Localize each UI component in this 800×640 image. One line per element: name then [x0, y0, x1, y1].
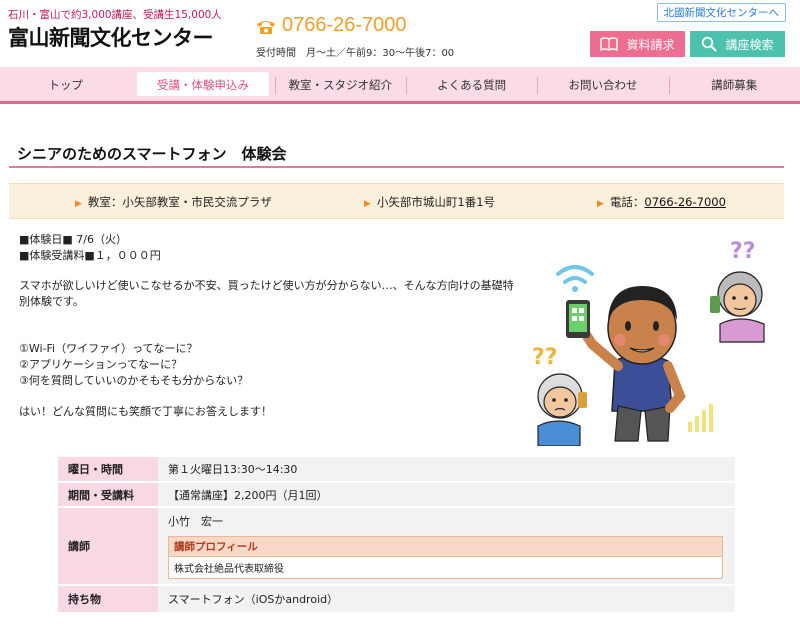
- phone-icon: [257, 21, 275, 34]
- triangle-icon: ▶: [364, 199, 371, 209]
- instructor-label: 講師: [58, 507, 158, 586]
- request-brochure-button[interactable]: 資料請求: [590, 31, 685, 57]
- question-3: ③何を質問していいのかそもそも分からない？: [19, 374, 249, 387]
- items-label: 持ち物: [58, 585, 158, 614]
- title-divider: [9, 166, 784, 168]
- description-line-1: スマホが欲しいけど使いこなせるか不安、買ったけど使い方が分からない…、そんな方向…: [19, 279, 514, 292]
- tel-link[interactable]: 0766-26-7000: [644, 195, 725, 209]
- course-search-label: 講座検索: [725, 37, 774, 52]
- nav-item-apply[interactable]: 受講・体験申込み: [137, 72, 269, 96]
- nav-item-faq[interactable]: よくある質問: [405, 67, 537, 101]
- table-row: 曜日・時間 第１火曜日13:30～14:30: [58, 457, 735, 483]
- nav-item-recruit[interactable]: 講師募集: [668, 67, 800, 101]
- schedule-label: 曜日・時間: [58, 457, 158, 483]
- tel-info: ▶ 電話：0766-26-7000: [597, 194, 726, 210]
- hokkoku-center-link[interactable]: 北國新聞文化センターへ: [656, 3, 786, 22]
- classroom-text: 教室：小矢部教室・市民交流プラザ: [87, 195, 272, 209]
- table-row: 講師 小竹 宏一 講師プロフィール 株式会社絶品代表取締役: [58, 507, 735, 586]
- schedule-value: 第１火曜日13:30～14:30: [158, 457, 735, 483]
- search-icon: [702, 36, 718, 52]
- nav-item-top[interactable]: トップ: [0, 67, 131, 101]
- page-title: シニアのためのスマートフォン 体験会: [17, 145, 287, 163]
- book-icon: [600, 37, 619, 51]
- request-brochure-label: 資料請求: [626, 37, 675, 52]
- site-logo[interactable]: 富山新聞文化センター: [8, 22, 214, 52]
- phone-number[interactable]: 0766-26-7000: [282, 14, 407, 37]
- profile-heading: 講師プロフィール: [169, 537, 722, 557]
- question-1: ①Wi-Fi（ワイファイ）ってなーに？: [19, 342, 198, 355]
- instructor-profile-box: 講師プロフィール 株式会社絶品代表取締役: [168, 536, 723, 579]
- trial-fee: ■体験受講料■１，０００円: [19, 249, 161, 262]
- triangle-icon: ▶: [597, 199, 604, 209]
- svg-text:??: ??: [532, 345, 558, 370]
- nav-item-classrooms[interactable]: 教室・スタジオ紹介: [274, 67, 406, 101]
- classroom-info: ▶ 教室：小矢部教室・市民交流プラザ: [75, 194, 272, 210]
- profile-text: 株式会社絶品代表取締役: [174, 564, 284, 575]
- main-nav: トップ 受講・体験申込み 教室・スタジオ紹介 よくある質問 お問い合わせ 講師募…: [0, 67, 800, 104]
- address-text: 小矢部市城山町1番1号: [376, 195, 496, 209]
- closing-message: はい！どんな質問にも笑顔で丁寧にお答えします！: [19, 405, 272, 418]
- svg-text:??: ??: [730, 239, 756, 264]
- course-info-bar: ▶ 教室：小矢部教室・市民交流プラザ ▶ 小矢部市城山町1番1号 ▶ 電話：0766-…: [9, 183, 784, 219]
- trial-date: ■体験日■ 7/6（火）: [19, 233, 127, 246]
- table-row: 持ち物 スマートフォン（iOSかandroid）: [58, 585, 735, 614]
- fee-value: 【通常講座】2,200円（月1回）: [158, 482, 735, 508]
- course-details-table: 曜日・時間 第１火曜日13:30～14:30 期間・受講料 【通常講座】2,20…: [58, 457, 735, 614]
- course-search-button[interactable]: 講座検索: [690, 31, 785, 57]
- smartphone-seniors-illustration: ?? ??: [532, 239, 765, 446]
- address-info: ▶ 小矢部市城山町1番1号: [364, 194, 495, 210]
- question-2: ②アプリケーションってなーに？: [19, 358, 183, 371]
- table-row: 期間・受講料 【通常講座】2,200円（月1回）: [58, 482, 735, 508]
- instructor-name: 小竹 宏一: [168, 515, 223, 528]
- tagline: 石川・富山で約3,000講座、受講生15,000人: [8, 9, 222, 21]
- nav-item-contact[interactable]: お問い合わせ: [537, 67, 668, 101]
- instructor-cell: 小竹 宏一 講師プロフィール 株式会社絶品代表取締役: [158, 507, 735, 586]
- tel-label: 電話：: [609, 195, 645, 209]
- site-header: 石川・富山で約3,000講座、受講生15,000人 富山新聞文化センター 076…: [0, 0, 800, 66]
- description-line-2: 別体験です。: [19, 295, 84, 308]
- triangle-icon: ▶: [75, 199, 82, 209]
- items-value: スマートフォン（iOSかandroid）: [158, 585, 735, 614]
- business-hours: 受付時間 月～土／午前9：30～午後7：00: [256, 48, 455, 59]
- fee-label: 期間・受講料: [58, 482, 158, 508]
